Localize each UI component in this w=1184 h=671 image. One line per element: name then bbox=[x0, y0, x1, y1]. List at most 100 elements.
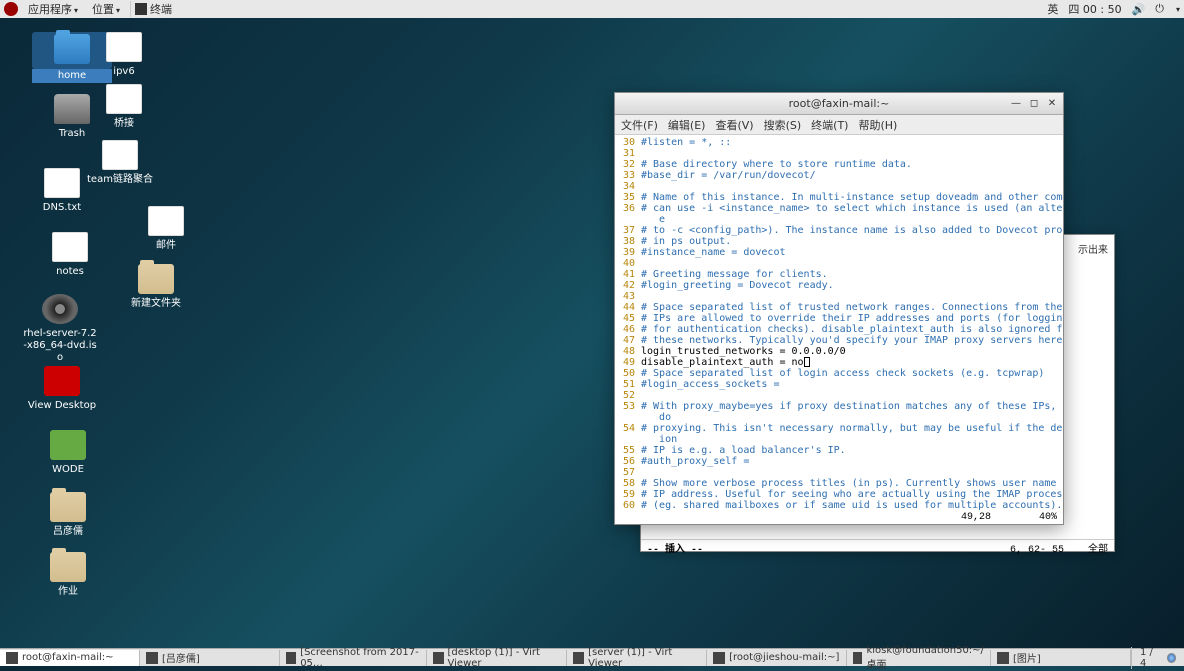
taskbar-item[interactable]: [图片] bbox=[991, 650, 1131, 666]
taskbar-item[interactable]: [root@jieshou-mail:~] bbox=[707, 650, 847, 666]
desktop-icon-iso[interactable]: rhel-server-7.2-x86_64-dvd.iso bbox=[20, 294, 100, 365]
code-line: 46# for authentication checks). disable_… bbox=[617, 324, 1063, 335]
code-line: 35# Name of this instance. In multi-inst… bbox=[617, 192, 1063, 203]
titlebar[interactable]: root@faxin-mail:~ — ◻ ✕ bbox=[615, 93, 1063, 115]
desktop-icon-ipv6[interactable]: ipv6 bbox=[84, 32, 164, 79]
code-line: 38# in ps output. bbox=[617, 236, 1063, 247]
vim-status-bar: -- 插入 -- 6, 62- 55 全部 bbox=[641, 539, 1114, 551]
icon-label: rhel-server-7.2-x86_64-dvd.iso bbox=[20, 327, 100, 365]
active-app-label: 终端 bbox=[150, 1, 172, 17]
desktop-icon-lyr[interactable]: 吕彦儒 bbox=[28, 492, 108, 539]
window-terminal[interactable]: root@faxin-mail:~ — ◻ ✕ 文件(F) 编辑(E) 查看(V… bbox=[614, 92, 1064, 525]
minimize-button[interactable]: — bbox=[1009, 96, 1023, 110]
desktop-icon-wode[interactable]: WODE bbox=[28, 430, 108, 477]
code-line: 49disable_plaintext_auth = no bbox=[617, 357, 1063, 368]
desktop-icon-viewdesktop[interactable]: View Desktop bbox=[22, 366, 102, 413]
system-menu-chevron-icon[interactable]: ▾ bbox=[1176, 5, 1180, 14]
volume-icon[interactable]: 🔊 bbox=[1132, 3, 1146, 16]
code-line: 60# (eg. shared mailboxes or if same uid… bbox=[617, 500, 1063, 511]
code-line: 52 bbox=[617, 390, 1063, 401]
distro-logo-icon bbox=[4, 2, 18, 16]
workspace-switcher[interactable]: 1 / 4 bbox=[1131, 647, 1184, 669]
editor-viewport[interactable]: 30#listen = *, ::3132# Base directory wh… bbox=[615, 135, 1063, 512]
code-line: 34 bbox=[617, 181, 1063, 192]
app-icon bbox=[713, 652, 725, 664]
menu-view[interactable]: 查看(V) bbox=[715, 117, 753, 133]
ime-indicator[interactable]: 英 bbox=[1047, 1, 1058, 17]
taskbar-item[interactable]: [吕彦儒] bbox=[140, 650, 280, 666]
code-line: 33#base_dir = /var/run/dovecot/ bbox=[617, 170, 1063, 181]
taskbar-item[interactable]: kiosk@foundation50:~/桌面 bbox=[847, 650, 991, 666]
app-icon bbox=[286, 652, 296, 664]
clock[interactable]: 四 00 : 50 bbox=[1068, 1, 1121, 17]
top-panel: 应用程序▾ 位置▾ 终端 英 四 00 : 50 🔊 ⏻ ▾ bbox=[0, 0, 1184, 18]
icon-label: 作业 bbox=[28, 585, 108, 599]
bottom-taskbar: root@faxin-mail:~ [吕彦儒][Screenshot from 2… bbox=[0, 648, 1184, 666]
desktop-icon-mail[interactable]: 邮件 bbox=[126, 206, 206, 253]
taskbar-item[interactable]: [server (1)] - Virt Viewer bbox=[567, 650, 707, 666]
vim-percent: 40% bbox=[1039, 512, 1057, 523]
code-line: 50# Space separated list of login access… bbox=[617, 368, 1063, 379]
vim-status-bar: 49,28 40% bbox=[615, 512, 1063, 524]
app-icon bbox=[853, 652, 862, 664]
taskbar-item-label: root@faxin-mail:~ bbox=[22, 652, 114, 663]
app-icon bbox=[433, 652, 443, 664]
code-line: e bbox=[617, 214, 1063, 225]
file-icon bbox=[148, 206, 184, 236]
app-icon bbox=[997, 652, 1009, 664]
taskbar-item-label: [server (1)] - Virt Viewer bbox=[588, 647, 700, 669]
desktop-icon-trash[interactable]: Trash bbox=[32, 94, 112, 141]
icon-label: Trash bbox=[32, 127, 112, 141]
desktop-icon-notes[interactable]: notes bbox=[30, 232, 110, 279]
app-icon bbox=[50, 430, 86, 460]
desktop-icon-newfolder[interactable]: 新建文件夹 bbox=[116, 264, 196, 311]
vim-position: 49,28 bbox=[961, 512, 991, 523]
desktop-icon-dns[interactable]: DNS.txt bbox=[22, 168, 102, 215]
code-line: 43 bbox=[617, 291, 1063, 302]
vim-mode: -- 插入 -- bbox=[647, 540, 703, 551]
taskbar-item-label: [desktop (1)] - Virt Viewer bbox=[448, 647, 561, 669]
desktop-icon-zuoye[interactable]: 作业 bbox=[28, 552, 108, 599]
code-line: 55# IP is e.g. a load balancer's IP. bbox=[617, 445, 1063, 456]
menu-search[interactable]: 搜索(S) bbox=[764, 117, 802, 133]
code-line: 54# proxying. This isn't necessary norma… bbox=[617, 423, 1063, 434]
menu-edit[interactable]: 编辑(E) bbox=[668, 117, 706, 133]
maximize-button[interactable]: ◻ bbox=[1027, 96, 1041, 110]
workspace-icon bbox=[1167, 653, 1176, 663]
menu-places[interactable]: 位置▾ bbox=[88, 0, 124, 19]
file-icon bbox=[102, 140, 138, 170]
icon-label: ipv6 bbox=[84, 65, 164, 79]
menu-file[interactable]: 文件(F) bbox=[621, 117, 658, 133]
code-line: do bbox=[617, 412, 1063, 423]
code-line: 48login_trusted_networks = 0.0.0.0/0 bbox=[617, 346, 1063, 357]
code-line: 30#listen = *, :: bbox=[617, 137, 1063, 148]
file-icon bbox=[44, 168, 80, 198]
code-line: 59# IP address. Useful for seeing who ar… bbox=[617, 489, 1063, 500]
trash-icon bbox=[54, 94, 90, 124]
folder-icon bbox=[138, 264, 174, 294]
power-icon[interactable]: ⏻ bbox=[1155, 2, 1164, 16]
taskbar-item[interactable]: [Screenshot from 2017-05… bbox=[280, 650, 427, 666]
menu-help[interactable]: 帮助(H) bbox=[858, 117, 897, 133]
workspace-label: 1 / 4 bbox=[1140, 647, 1161, 669]
vim-position: 6, 62- 55 bbox=[1010, 545, 1064, 556]
menubar: 文件(F) 编辑(E) 查看(V) 搜索(S) 终端(T) 帮助(H) bbox=[615, 115, 1063, 135]
code-line: 57 bbox=[617, 467, 1063, 478]
menu-applications[interactable]: 应用程序▾ bbox=[24, 0, 82, 19]
terminal-icon bbox=[135, 3, 147, 15]
code-line: 56#auth_proxy_self = bbox=[617, 456, 1063, 467]
taskbar-item[interactable]: [desktop (1)] - Virt Viewer bbox=[427, 650, 567, 666]
icon-label: 新建文件夹 bbox=[116, 297, 196, 311]
icon-label: View Desktop bbox=[22, 399, 102, 413]
taskbar-item-label: [图片] bbox=[1013, 650, 1041, 665]
icon-label: WODE bbox=[28, 463, 108, 477]
close-button[interactable]: ✕ bbox=[1045, 96, 1059, 110]
code-line: 51#login_access_sockets = bbox=[617, 379, 1063, 390]
folder-icon bbox=[50, 492, 86, 522]
taskbar-item[interactable]: root@faxin-mail:~ bbox=[0, 650, 140, 666]
app-icon bbox=[6, 652, 18, 664]
menu-terminal[interactable]: 终端(T) bbox=[811, 117, 848, 133]
code-line: 32# Base directory where to store runtim… bbox=[617, 159, 1063, 170]
active-app-indicator[interactable]: 终端 bbox=[130, 1, 176, 17]
window-title: root@faxin-mail:~ bbox=[789, 97, 890, 110]
